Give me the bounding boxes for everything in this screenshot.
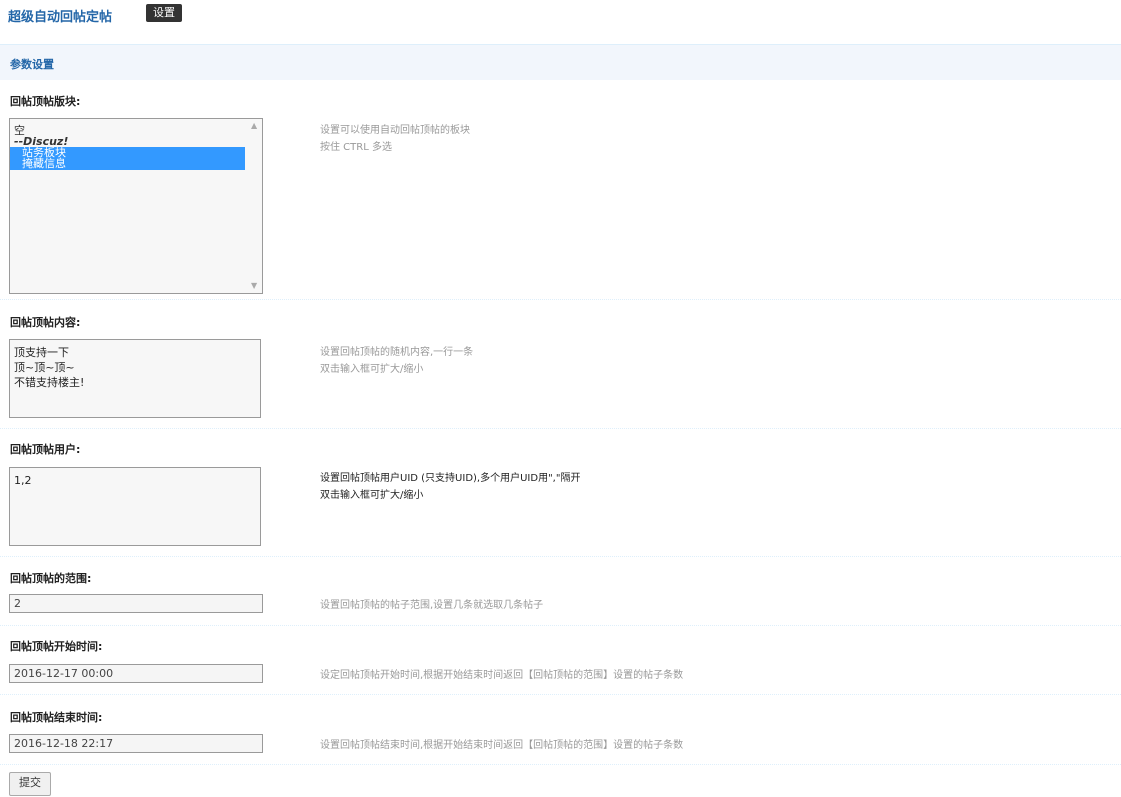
users-textarea[interactable]: 1,2 (9, 467, 261, 546)
users-hint: 设置回帖顶帖用户UID (只支持UID),多个用户UID用","隔开 双击输入框… (320, 470, 580, 504)
content-hint-line1: 设置回帖顶帖的随机内容,一行一条 (320, 347, 474, 358)
scroll-down-icon[interactable]: ▼ (251, 282, 259, 290)
users-label: 回帖顶帖用户: (10, 443, 81, 456)
divider (0, 764, 1121, 765)
divider (0, 428, 1121, 429)
settings-tab[interactable]: 设置 (146, 4, 182, 22)
end-time-input[interactable]: 2016-12-18 22:17 (9, 734, 263, 753)
content-textarea[interactable]: 顶支持一下 顶~顶~顶~ 不错支持楼主! (9, 339, 261, 418)
forums-hint-line2: 按住 CTRL 多选 (320, 142, 392, 153)
divider (0, 694, 1121, 695)
forum-option[interactable]: 掩藏信息 (10, 158, 245, 170)
range-label: 回帖顶帖的范围: (10, 572, 92, 585)
divider (0, 299, 1121, 300)
forums-hint: 设置可以使用自动回帖顶帖的板块 按住 CTRL 多选 (320, 122, 470, 156)
start-time-hint: 设定回帖顶帖开始时间,根据开始结束时间返回【回帖顶帖的范围】设置的帖子条数 (320, 670, 684, 681)
start-time-input[interactable]: 2016-12-17 00:00 (9, 664, 263, 683)
content-hint: 设置回帖顶帖的随机内容,一行一条 双击输入框可扩大/缩小 (320, 344, 473, 378)
divider (0, 556, 1121, 557)
divider (0, 625, 1121, 626)
section-title: 参数设置 (10, 58, 54, 71)
users-hint-line2: 双击输入框可扩大/缩小 (320, 490, 424, 501)
content-label: 回帖顶帖内容: (10, 316, 81, 329)
forums-listbox[interactable]: 空 --Discuz! 站务板块 掩藏信息 ▲ ▼ (9, 118, 263, 294)
submit-button[interactable]: 提交 (9, 772, 51, 796)
scroll-up-icon[interactable]: ▲ (251, 122, 259, 130)
forums-label: 回帖顶帖版块: (10, 95, 81, 108)
plugin-title: 超级自动回帖定帖 (8, 10, 113, 25)
forums-hint-line1: 设置可以使用自动回帖顶帖的板块 (320, 125, 470, 136)
content-hint-line2: 双击输入框可扩大/缩小 (320, 364, 424, 375)
end-time-hint: 设置回帖顶帖结束时间,根据开始结束时间返回【回帖顶帖的范围】设置的帖子条数 (320, 740, 684, 751)
range-hint: 设置回帖顶帖的帖子范围,设置几条就选取几条帖子 (320, 600, 544, 611)
start-time-label: 回帖顶帖开始时间: (10, 640, 103, 653)
end-time-label: 回帖顶帖结束时间: (10, 711, 103, 724)
range-input[interactable]: 2 (9, 594, 263, 613)
top-bar: 超级自动回帖定帖 设置 (0, 0, 1121, 34)
users-hint-line1: 设置回帖顶帖用户UID (只支持UID),多个用户UID用","隔开 (320, 473, 581, 484)
section-header: 参数设置 (0, 44, 1121, 80)
